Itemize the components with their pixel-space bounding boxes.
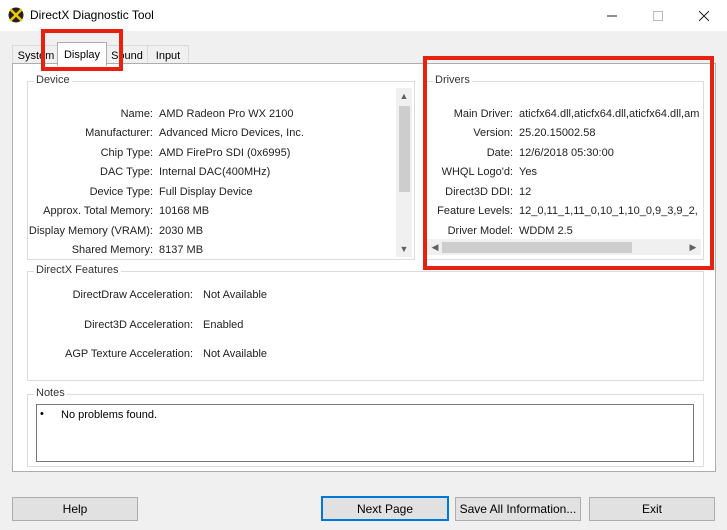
shared-memory-value: 8137 MB	[159, 244, 204, 256]
close-button[interactable]	[681, 0, 727, 31]
direct3d-value: Enabled	[203, 319, 244, 331]
display-panel: Device Name: AMD Radeon Pro WX 2100 Manu…	[12, 63, 716, 472]
total-memory-label: Approx. Total Memory:	[43, 205, 153, 217]
whql-label: WHQL Logo'd:	[441, 166, 513, 178]
notes-label: Notes	[34, 387, 67, 399]
date-label: Date:	[486, 147, 513, 159]
exit-button[interactable]: Exit	[589, 497, 715, 521]
minimize-icon	[607, 15, 617, 16]
tab-sound[interactable]: Sound	[105, 45, 149, 65]
agp-value: Not Available	[203, 348, 268, 360]
d3d-ddi-label: Direct3D DDI:	[445, 186, 513, 198]
device-type-label: Device Type:	[89, 186, 153, 198]
scroll-left-icon[interactable]: ◀	[427, 239, 443, 255]
notes-box[interactable]: • No problems found.	[36, 404, 694, 462]
date-value: 12/6/2018 05:30:00	[519, 147, 614, 159]
device-scrollbar[interactable]: ▲ ▼	[396, 88, 412, 257]
main-driver-value: aticfx64.dll,aticfx64.dll,aticfx64.dll,a…	[519, 108, 700, 120]
dac-type-value: Internal DAC(400MHz)	[159, 166, 271, 178]
dac-type-label: DAC Type:	[100, 166, 153, 178]
tab-input[interactable]: Input	[147, 45, 189, 65]
manufacturer-value: Advanced Micro Devices, Inc.	[159, 127, 304, 139]
maximize-button[interactable]	[635, 0, 681, 31]
shared-memory-label: Shared Memory:	[71, 244, 153, 256]
directx-features-label: DirectX Features	[34, 264, 121, 276]
title-bar: DirectX Diagnostic Tool	[0, 0, 727, 31]
driver-model-value: WDDM 2.5	[519, 225, 573, 237]
help-button[interactable]: Help	[12, 497, 138, 521]
tab-system[interactable]: System	[12, 45, 60, 65]
vram-label: Display Memory (VRAM):	[28, 225, 153, 237]
maximize-icon	[653, 10, 663, 21]
device-type-value: Full Display Device	[159, 186, 253, 198]
total-memory-value: 10168 MB	[159, 205, 210, 217]
device-name-value: AMD Radeon Pro WX 2100	[159, 108, 294, 120]
version-value: 25.20.15002.58	[519, 127, 596, 139]
drivers-list: Main Driver: aticfx64.dll,aticfx64.dll,a…	[427, 64, 701, 264]
dxdiag-window: DirectX Diagnostic Tool System Display S…	[0, 0, 727, 530]
directdraw-label: DirectDraw Acceleration:	[72, 289, 193, 301]
agp-label: AGP Texture Acceleration:	[65, 348, 193, 360]
d3d-ddi-value: 12	[519, 186, 532, 198]
next-page-button[interactable]: Next Page	[321, 496, 449, 521]
notes-item: No problems found.	[61, 409, 157, 421]
scroll-down-icon[interactable]: ▼	[396, 241, 412, 257]
vram-value: 2030 MB	[159, 225, 204, 237]
scroll-right-icon[interactable]: ▶	[685, 239, 701, 255]
tab-display[interactable]: Display	[57, 42, 107, 66]
version-label: Version:	[473, 127, 513, 139]
drivers-scroll-thumb[interactable]	[442, 242, 632, 253]
direct3d-label: Direct3D Acceleration:	[84, 319, 193, 331]
device-name-label: Name:	[120, 108, 153, 120]
feature-levels-label: Feature Levels:	[437, 205, 513, 217]
device-group-label: Device	[34, 74, 72, 86]
whql-value: Yes	[519, 166, 537, 178]
chip-type-value: AMD FirePro SDI (0x6995)	[159, 147, 291, 159]
chip-type-label: Chip Type:	[100, 147, 153, 159]
window-title: DirectX Diagnostic Tool	[30, 8, 154, 22]
directx-icon	[8, 7, 24, 23]
driver-model-label: Driver Model:	[447, 225, 513, 237]
directdraw-value: Not Available	[203, 289, 268, 301]
close-icon	[699, 10, 709, 21]
scroll-up-icon[interactable]: ▲	[396, 88, 412, 104]
main-driver-label: Main Driver:	[453, 108, 513, 120]
device-scroll-thumb[interactable]	[399, 106, 410, 192]
manufacturer-label: Manufacturer:	[85, 127, 153, 139]
drivers-scrollbar[interactable]: ◀ ▶	[427, 239, 701, 255]
save-all-button[interactable]: Save All Information...	[455, 497, 581, 521]
notes-bullet: •	[40, 408, 44, 420]
minimize-button[interactable]	[589, 0, 635, 31]
feature-levels-value: 12_0,11_1,11_0,10_1,10_0,9_3,9_2,	[519, 205, 698, 217]
